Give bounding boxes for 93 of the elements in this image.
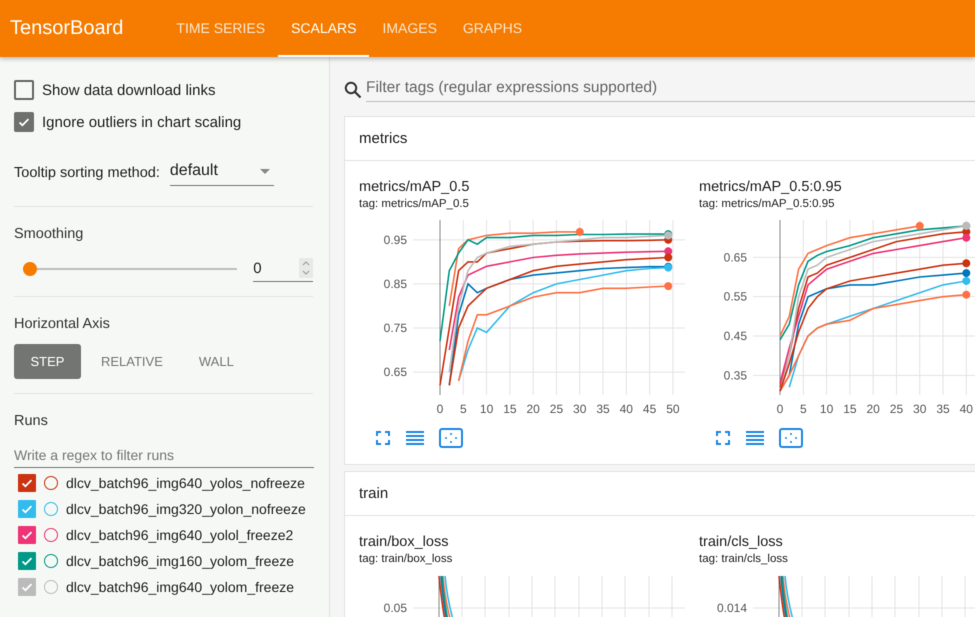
chart-title: metrics/mAP_0.5:0.95 (699, 179, 843, 195)
x-tick-label: 15 (843, 402, 857, 416)
run-color-ring (44, 476, 58, 490)
run-name: dlcv_batch96_img640_yolos_nofreeze (66, 475, 305, 491)
end-point-marker (962, 269, 970, 278)
run-name: dlcv_batch96_img320_yolon_nofreeze (66, 501, 306, 517)
run-color-ring (44, 502, 58, 516)
x-tick-label: 40 (960, 402, 973, 416)
slider-thumb[interactable] (23, 262, 37, 276)
run-color-ring (44, 554, 58, 568)
smoothing-input[interactable]: 0 (253, 256, 313, 282)
end-point-marker (962, 290, 970, 299)
x-tick-label: 45 (642, 402, 656, 416)
axis-toggle-button[interactable]: STEP (14, 344, 81, 379)
y-tick-label: 0.65 (384, 365, 407, 380)
y-tick-label: 0.75 (384, 321, 407, 335)
y-tick-label: 0.45 (724, 329, 747, 343)
x-tick-label: 0 (436, 402, 444, 416)
chart-tag: tag: train/box_loss (359, 553, 699, 565)
x-tick-label: 0 (776, 402, 784, 416)
end-point-marker (962, 276, 970, 285)
run-checkbox[interactable] (18, 552, 36, 570)
checkbox[interactable] (14, 80, 34, 100)
run-checkbox[interactable] (18, 578, 36, 596)
y-tick-label: 0.95 (384, 232, 407, 247)
x-tick-label: 35 (596, 402, 610, 416)
tag-filter-field[interactable]: Filter tags (regular expressions supported) (366, 77, 975, 102)
run-color-ring (44, 580, 58, 594)
x-tick-label: 30 (573, 402, 586, 416)
x-tick-label: 5 (460, 402, 467, 416)
run-name: dlcv_batch96_img640_yolom_freeze (66, 579, 294, 595)
tooltip-sort-label: Tooltip sorting method: (14, 165, 160, 181)
chart-title: metrics/mAP_0.5 (359, 179, 470, 195)
chart-tag: tag: metrics/mAP_0.5:0.95 (699, 198, 975, 210)
nav-tab[interactable]: IMAGES (369, 0, 450, 57)
fit-domain-icon[interactable] (439, 428, 463, 448)
fit-domain-icon[interactable] (779, 428, 803, 448)
x-tick-label: 15 (503, 402, 517, 416)
loss-chart-drawing: 0.05 (359, 570, 699, 617)
option-label: Show data download links (42, 82, 216, 98)
list-icon[interactable] (405, 430, 425, 446)
list-icon[interactable] (745, 430, 765, 446)
x-tick-label: 40 (620, 402, 633, 416)
chart-title: train/box_loss (359, 534, 450, 550)
end-point-marker (962, 234, 970, 242)
x-tick-label: 20 (526, 402, 540, 416)
run-checkbox[interactable] (18, 526, 36, 544)
chart-title: train/cls_loss (699, 534, 784, 550)
run-name: dlcv_batch96_img160_yolom_freeze (66, 553, 294, 569)
x-tick-label: 35 (936, 402, 950, 416)
run-color-ring (44, 528, 58, 542)
run-name: dlcv_batch96_img640_yolol_freeze2 (66, 527, 294, 543)
x-tick-label: 25 (550, 402, 564, 416)
search-icon (344, 80, 362, 98)
y-tick-label: 0.55 (724, 290, 747, 304)
section-title: Smoothing (14, 226, 84, 242)
chart-tag: tag: metrics/mAP_0.5 (359, 198, 699, 210)
end-point-marker (576, 228, 584, 236)
y-tick-label: 0.65 (724, 250, 747, 264)
x-tick-label: 25 (890, 402, 904, 416)
section-title: Runs (14, 413, 49, 429)
sort-dropdown[interactable]: default (170, 160, 274, 186)
loss-chart-drawing: 0.014 (699, 570, 975, 617)
end-point-marker (664, 282, 672, 290)
run-checkbox[interactable] (18, 500, 36, 518)
y-tick-label: 0.35 (724, 368, 747, 382)
chart-tag: tag: train/cls_loss (699, 553, 975, 565)
fullscreen-icon[interactable] (375, 430, 391, 446)
fullscreen-icon[interactable] (715, 430, 731, 446)
spinner-icon (299, 258, 313, 278)
run-checkbox[interactable] (18, 474, 36, 492)
axis-toggle-button[interactable]: RELATIVE (85, 344, 179, 379)
app-title: TensorBoard (9, 16, 124, 41)
y-tick-label: 0.85 (384, 276, 407, 291)
x-tick-label: 50 (666, 402, 680, 416)
end-point-marker (916, 222, 924, 230)
section-title: train (345, 472, 975, 516)
runs-filter-field[interactable]: Write a regex to filter runs (14, 443, 314, 468)
x-tick-label: 30 (913, 402, 926, 416)
axis-toggle-button[interactable]: WALL (182, 344, 250, 379)
nav-tab[interactable]: GRAPHS (450, 0, 536, 57)
end-point-marker (664, 253, 672, 262)
option-label: Ignore outliers in chart scaling (42, 114, 242, 130)
x-tick-label: 10 (480, 402, 494, 416)
x-tick-label: 10 (820, 402, 834, 416)
checkbox[interactable] (14, 112, 34, 132)
nav-tab[interactable]: TIME SERIES (163, 0, 278, 57)
end-point-marker (962, 259, 970, 268)
x-tick-label: 5 (800, 402, 807, 416)
section-title: metrics (345, 117, 975, 161)
x-tick-label: 20 (866, 402, 880, 416)
caret-icon (260, 168, 270, 174)
section-title: Horizontal Axis (14, 316, 111, 332)
